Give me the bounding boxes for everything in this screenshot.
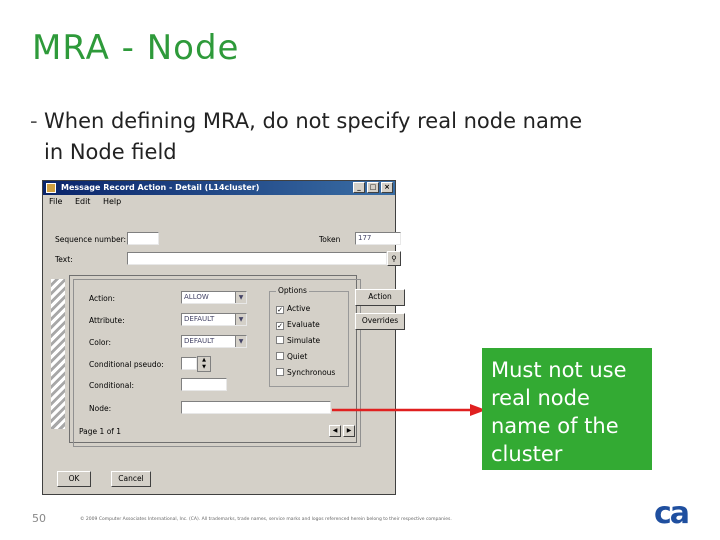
ok-button[interactable]: OK: [57, 471, 91, 487]
cancel-button[interactable]: Cancel: [111, 471, 151, 487]
conditional-field[interactable]: [181, 378, 227, 391]
message-record-action-window: Message Record Action - Detail (L14clust…: [42, 180, 405, 495]
conditional-pseudo-field[interactable]: [181, 357, 197, 370]
chevron-down-icon[interactable]: ▼: [235, 292, 246, 303]
color-value: DEFAULT: [184, 337, 215, 345]
attribute-label: Attribute:: [89, 316, 125, 325]
chevron-down-icon[interactable]: ▼: [235, 314, 246, 325]
conditional-pseudo-spinner[interactable]: ▲ ▼: [197, 356, 211, 372]
checkbox-icon: [276, 368, 284, 376]
chevron-down-icon[interactable]: ▼: [235, 336, 246, 347]
menu-edit[interactable]: Edit: [75, 197, 91, 206]
menu-help[interactable]: Help: [103, 197, 121, 206]
synchronous-checkbox[interactable]: Synchronous: [276, 368, 335, 377]
notebook-tabs-decoration: [51, 279, 65, 429]
callout-box: Must not use real node name of the clust…: [482, 348, 652, 470]
options-group-title: Options: [276, 286, 309, 295]
simulate-checkbox[interactable]: Simulate: [276, 336, 320, 345]
checkbox-icon: [276, 336, 284, 344]
action-button[interactable]: Action: [355, 289, 405, 306]
magnifier-icon: ⚲: [391, 254, 397, 263]
attribute-combo[interactable]: DEFAULT ▼: [181, 313, 247, 326]
checkmark-icon: ✓: [276, 322, 284, 330]
slide-title: MRA - Node: [32, 28, 240, 68]
text-lookup-button[interactable]: ⚲: [387, 251, 401, 266]
ca-logo: ca: [654, 496, 690, 531]
token-field[interactable]: 177: [355, 232, 401, 245]
page-indicator: Page 1 of 1: [79, 427, 122, 436]
previous-page-button[interactable]: ◀: [329, 425, 341, 437]
window-title: Message Record Action - Detail (L14clust…: [61, 183, 260, 192]
action-label: Action:: [89, 294, 116, 303]
node-field[interactable]: [181, 401, 331, 414]
conditional-label: Conditional:: [89, 381, 134, 390]
menu-bar: File Edit Help: [43, 195, 395, 209]
page-number: 50: [32, 512, 46, 525]
active-checkbox[interactable]: ✓ Active: [276, 304, 310, 314]
copyright-footer: © 2009 Computer Associates International…: [80, 517, 452, 522]
bullet-line-2: in Node field: [44, 140, 177, 164]
conditional-pseudo-label: Conditional pseudo:: [89, 360, 164, 369]
close-button[interactable]: ×: [381, 182, 393, 193]
minimize-button[interactable]: _: [353, 182, 365, 193]
overrides-button[interactable]: Overrides: [355, 313, 405, 330]
quiet-checkbox[interactable]: Quiet: [276, 352, 307, 361]
evaluate-checkbox[interactable]: ✓ Evaluate: [276, 320, 320, 330]
sequence-number-field[interactable]: [127, 232, 159, 245]
text-label: Text:: [55, 255, 73, 264]
action-combo[interactable]: ALLOW ▼: [181, 291, 247, 304]
menu-file[interactable]: File: [49, 197, 62, 206]
action-value: ALLOW: [184, 293, 209, 301]
maximize-button[interactable]: □: [367, 182, 379, 193]
checkbox-icon: [276, 352, 284, 360]
color-combo[interactable]: DEFAULT ▼: [181, 335, 247, 348]
sequence-number-label: Sequence number:: [55, 235, 127, 244]
bullet-dash: -: [30, 109, 38, 133]
text-field[interactable]: [127, 252, 387, 265]
callout-arrow: [332, 404, 486, 416]
token-label: Token: [319, 235, 341, 244]
next-page-button[interactable]: ▶: [343, 425, 355, 437]
checkmark-icon: ✓: [276, 306, 284, 314]
options-group: Options ✓ Active ✓ Evaluate Simulate Quiet…: [269, 286, 349, 387]
triangle-left-icon: ◀: [332, 427, 338, 434]
bullet-point: - When defining MRA, do not specify real…: [30, 106, 690, 168]
node-label: Node:: [89, 404, 112, 413]
window-titlebar[interactable]: Message Record Action - Detail (L14clust…: [43, 181, 395, 195]
bullet-line-1: When defining MRA, do not specify real n…: [44, 109, 583, 133]
app-icon: [46, 183, 56, 193]
attribute-value: DEFAULT: [184, 315, 215, 323]
color-label: Color:: [89, 338, 111, 347]
triangle-right-icon: ▶: [346, 427, 352, 434]
